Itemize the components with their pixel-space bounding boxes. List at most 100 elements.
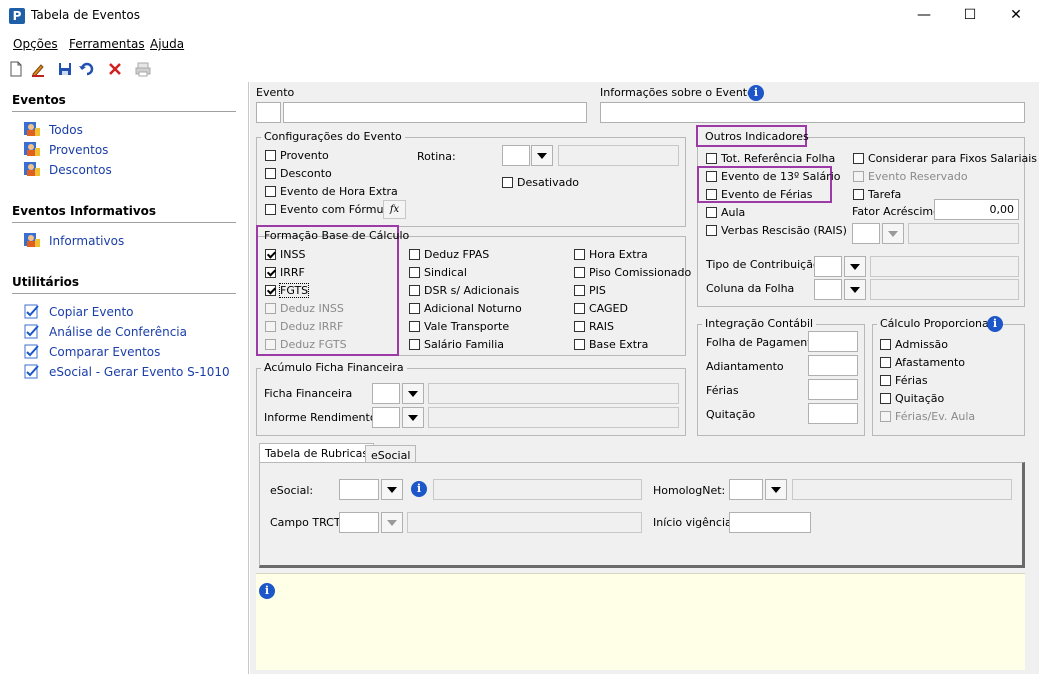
tot-referencia-checkbox[interactable]: Tot. Referência Folha — [706, 152, 835, 165]
inicio-vigencia-input[interactable] — [729, 512, 811, 533]
verbas-select — [852, 223, 880, 244]
folha-pagamento-input[interactable] — [808, 331, 858, 352]
ferias-integracao-input[interactable] — [808, 379, 858, 400]
sidebar-item-esocial-s1010[interactable]: eSocial - Gerar Evento S-1010 — [24, 364, 230, 379]
coluna-folha-dropdown-button[interactable] — [844, 279, 866, 300]
rotina-dropdown-button[interactable] — [531, 145, 553, 166]
sidebar-heading-utilitarios: Utilitários — [12, 275, 80, 289]
aula-checkbox[interactable]: Aula — [706, 206, 745, 219]
homolognet-select[interactable] — [729, 479, 763, 500]
admissao-checkbox[interactable]: Admissão — [880, 338, 948, 351]
sidebar-item-informativos[interactable]: Informativos — [24, 233, 124, 248]
adiantamento-input[interactable] — [808, 355, 858, 376]
piso-comissionado-checkbox[interactable]: Piso Comissionado — [574, 266, 691, 279]
evento-13-checkbox[interactable]: Evento de 13º Salário — [706, 170, 841, 183]
close-window-button[interactable]: ✕ — [993, 0, 1039, 31]
afastamento-checkbox[interactable]: Afastamento — [880, 356, 965, 369]
title-bar: P Tabela de Eventos — ☐ ✕ — [0, 0, 1039, 31]
verbas-rescisao-checkbox[interactable]: Verbas Rescisão (RAIS) — [706, 224, 847, 237]
tipo-contribuicao-dropdown-button[interactable] — [844, 256, 866, 277]
adicional-noturno-checkbox[interactable]: Adicional Noturno — [409, 302, 522, 315]
salario-familia-checkbox[interactable]: Salário Familia — [409, 338, 504, 351]
sidebar-item-proventos[interactable]: Proventos — [24, 142, 108, 157]
rais-checkbox[interactable]: RAIS — [574, 320, 614, 333]
sidebar-item-comparar-eventos[interactable]: Comparar Eventos — [24, 344, 160, 359]
sindical-checkbox[interactable]: Sindical — [409, 266, 467, 279]
pis-checkbox[interactable]: PIS — [574, 284, 606, 297]
edit-pencil-icon[interactable] — [29, 60, 47, 78]
vale-transporte-checkbox[interactable]: Vale Transporte — [409, 320, 509, 333]
ferias-proporcional-checkbox[interactable]: Férias — [880, 374, 928, 387]
sidebar-item-label: Comparar Eventos — [49, 344, 161, 359]
deduz-fgts-checkbox: Deduz FGTS — [265, 338, 347, 351]
desativado-checkbox[interactable]: Desativado — [502, 176, 579, 189]
dsr-checkbox[interactable]: DSR s/ Adicionais — [409, 284, 519, 297]
save-icon[interactable] — [56, 60, 74, 78]
desconto-checkbox[interactable]: Desconto — [265, 167, 332, 180]
deduz-fpas-checkbox[interactable]: Deduz FPAS — [409, 248, 489, 261]
base-extra-checkbox[interactable]: Base Extra — [574, 338, 648, 351]
informe-rendimentos-select[interactable] — [372, 407, 400, 428]
info-evento-input[interactable] — [600, 102, 1025, 123]
sidebar-item-label: Todos — [49, 122, 83, 137]
deduz-inss-checkbox: Deduz INSS — [265, 302, 344, 315]
menu-opcoes[interactable]: Opções — [13, 37, 58, 51]
evento-code-input[interactable] — [256, 102, 281, 123]
hora-extra-base-checkbox[interactable]: Hora Extra — [574, 248, 648, 261]
maximize-button[interactable]: ☐ — [947, 0, 993, 31]
coluna-folha-select[interactable] — [814, 279, 842, 300]
esocial-dropdown-button[interactable] — [381, 479, 403, 500]
homolognet-label: HomologNet: — [653, 484, 726, 497]
integracao-title: Integração Contábil — [702, 317, 817, 330]
esocial-select[interactable] — [339, 479, 379, 500]
sidebar-item-todos[interactable]: Todos — [24, 122, 83, 137]
info-icon[interactable]: i — [987, 316, 1003, 332]
evento-ferias-checkbox[interactable]: Evento de Férias — [706, 188, 813, 201]
quitacao-integracao-input[interactable] — [808, 403, 858, 424]
ferias-aula-checkbox: Férias/Ev. Aula — [880, 410, 975, 423]
delete-icon[interactable] — [106, 60, 124, 78]
tab-esocial[interactable]: eSocial — [365, 445, 417, 462]
tarefa-checkbox[interactable]: Tarefa — [853, 188, 901, 201]
tab-tabela-rubricas[interactable]: Tabela de Rubricas — [259, 443, 375, 462]
evento-name-input[interactable] — [283, 102, 587, 123]
hora-extra-checkbox[interactable]: Evento de Hora Extra — [265, 185, 398, 198]
quitacao-integracao-label: Quitação — [706, 408, 756, 421]
coluna-folha-label: Coluna da Folha — [706, 282, 795, 295]
info-icon[interactable]: i — [748, 85, 764, 101]
sidebar-item-label: Proventos — [49, 142, 109, 157]
menu-ajuda[interactable]: Ajuda — [150, 37, 184, 51]
formula-fx-button[interactable]: fx — [383, 200, 406, 219]
new-document-icon[interactable] — [7, 60, 25, 78]
info-icon[interactable]: i — [411, 481, 427, 497]
campo-trct-select — [339, 512, 379, 533]
quitacao-proporcional-checkbox[interactable]: Quitação — [880, 392, 944, 405]
sidebar-item-descontos[interactable]: Descontos — [24, 162, 112, 177]
sidebar-item-analise-conferencia[interactable]: Análise de Conferência — [24, 324, 187, 339]
informe-rendimentos-dropdown-button[interactable] — [402, 407, 424, 428]
sidebar-item-copiar-evento[interactable]: Copiar Evento — [24, 304, 134, 319]
homolognet-dropdown-button[interactable] — [765, 479, 787, 500]
rotina-label: Rotina: — [417, 150, 456, 163]
minimize-button[interactable]: — — [901, 0, 947, 31]
menu-ferramentas[interactable]: Ferramentas — [69, 37, 145, 51]
undo-icon[interactable] — [78, 60, 96, 78]
ficha-financeira-select[interactable] — [372, 383, 400, 404]
rotina-select[interactable] — [502, 145, 530, 166]
irrf-checkbox[interactable]: IRRF — [265, 266, 305, 279]
tipo-contribuicao-select[interactable] — [814, 256, 842, 277]
checklist-icon — [24, 364, 39, 379]
app-icon: P — [9, 8, 25, 24]
fator-acrescimo-input[interactable]: 0,00 — [934, 199, 1019, 220]
caged-checkbox[interactable]: CAGED — [574, 302, 628, 315]
inss-checkbox[interactable]: INSS — [265, 248, 305, 261]
users-icon — [24, 162, 40, 176]
provento-checkbox[interactable]: Provento — [265, 149, 329, 162]
users-icon — [24, 122, 40, 136]
fgts-checkbox[interactable]: FGTS — [265, 283, 310, 298]
info-panel — [256, 573, 1025, 670]
verbas-dropdown-button — [882, 223, 904, 244]
ficha-financeira-dropdown-button[interactable] — [402, 383, 424, 404]
considerar-fixos-checkbox[interactable]: Considerar para Fixos Salariais — [853, 152, 1037, 165]
formula-checkbox[interactable]: Evento com Fórmula — [265, 203, 393, 216]
